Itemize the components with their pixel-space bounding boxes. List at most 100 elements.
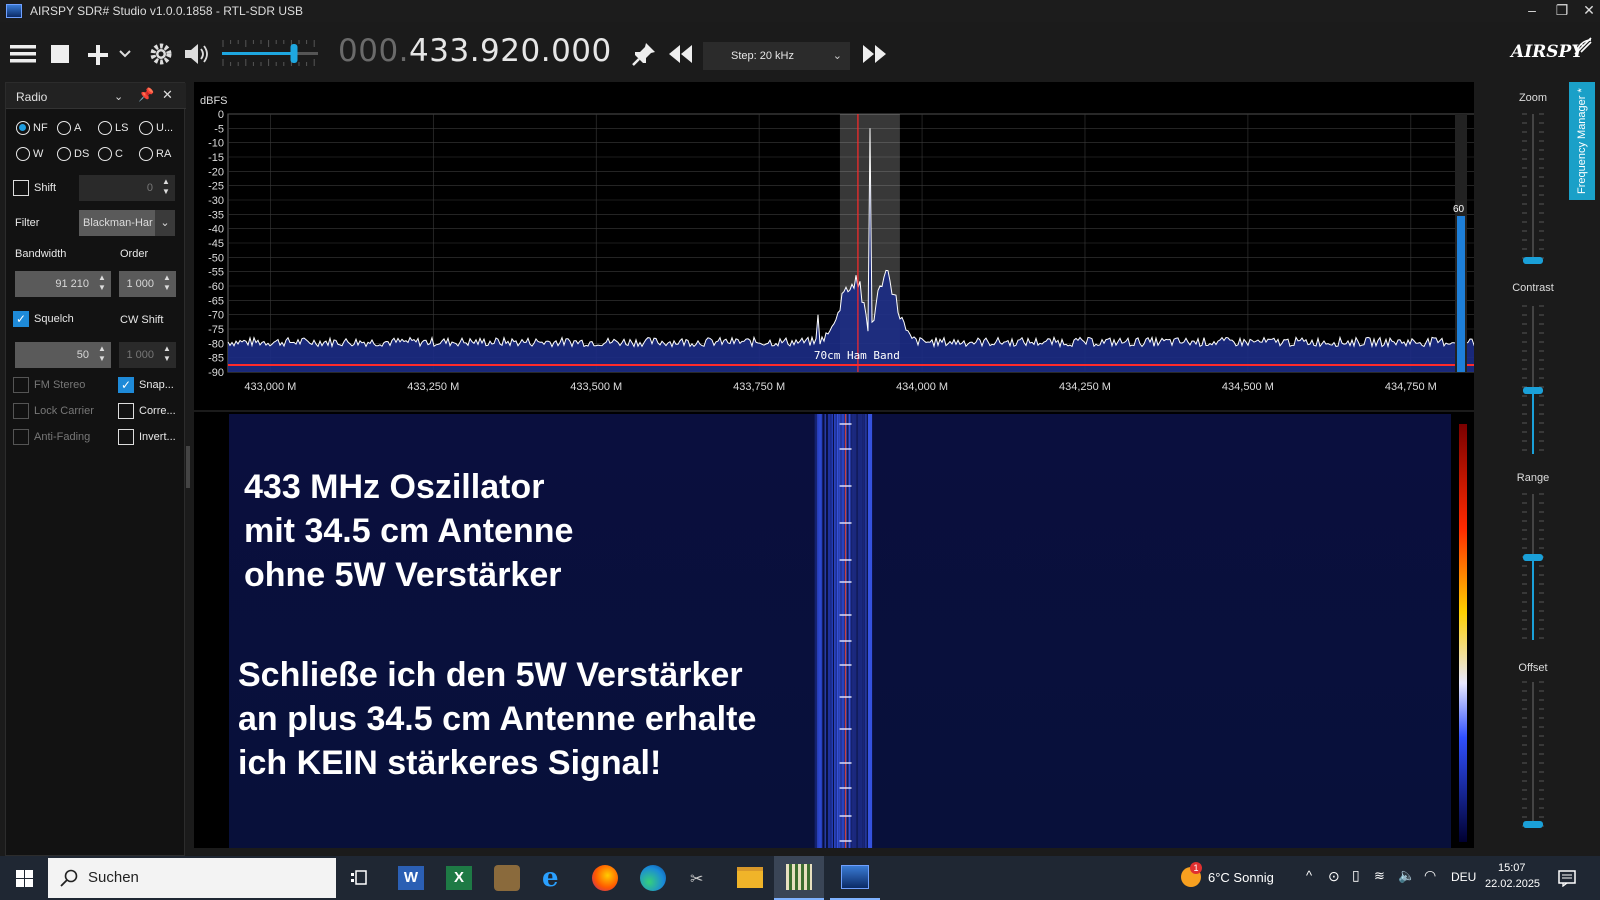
x-tick-label: 433,250 M: [407, 381, 459, 393]
pin-icon[interactable]: 📌: [138, 87, 154, 103]
snap-checkbox[interactable]: ✓ Snap...: [118, 377, 174, 393]
slider-thumb: [1523, 821, 1543, 828]
spinner-icon[interactable]: ▲ ▼: [159, 177, 173, 197]
word-icon[interactable]: W: [398, 866, 424, 890]
y-tick-label: -5: [214, 123, 224, 135]
mode-radio-lsb[interactable]: LS: [98, 121, 128, 135]
panel-splitter[interactable]: [186, 446, 190, 488]
radio-dot: [139, 121, 153, 135]
firefox-icon[interactable]: [592, 865, 618, 891]
spinner-icon[interactable]: ▲ ▼: [160, 273, 174, 293]
excel-icon[interactable]: X: [446, 866, 472, 890]
mode-radio-raw[interactable]: RA: [139, 147, 171, 161]
menu-icon[interactable]: [10, 43, 36, 65]
speaker-icon[interactable]: [184, 43, 210, 65]
snipping-tool-icon[interactable]: ✂: [690, 869, 714, 888]
minimize-icon[interactable]: –: [1518, 0, 1546, 22]
file-explorer-icon[interactable]: [737, 867, 763, 888]
search-placeholder: Suchen: [88, 869, 139, 886]
usb-device-icon[interactable]: ▯: [1352, 867, 1360, 884]
overlay-line: ich KEIN stärkeres Signal!: [238, 744, 662, 782]
frequency-manager-tab[interactable]: Frequency Manager *: [1569, 82, 1595, 200]
mode-radio-cw[interactable]: C: [98, 147, 123, 161]
shift-input[interactable]: 0 ▲ ▼: [79, 175, 175, 201]
volume-tray-icon[interactable]: 🔈: [1398, 867, 1415, 884]
bandwidth-input[interactable]: 91 210 ▲ ▼: [15, 271, 111, 297]
taskbar-app-active[interactable]: [774, 856, 824, 900]
spinner-icon[interactable]: ▲ ▼: [95, 273, 109, 293]
mode-radio-wfm[interactable]: W: [16, 147, 43, 161]
restore-icon[interactable]: ❐: [1548, 0, 1576, 22]
chevron-down-icon[interactable]: ⌄: [114, 90, 123, 103]
task-view-icon[interactable]: [350, 869, 368, 887]
x-tick-label: 434,750 M: [1385, 381, 1437, 393]
stop-icon[interactable]: [51, 45, 69, 63]
step-select[interactable]: Step: 20 kHz ⌄: [703, 42, 850, 70]
anti-fading-checkbox[interactable]: Anti-Fading: [13, 429, 90, 445]
clock-date[interactable]: 22.02.2025: [1485, 878, 1540, 890]
cw-shift-input[interactable]: 1 000 ▲ ▼: [119, 342, 176, 368]
filter-select[interactable]: Blackman-Har ⌄: [79, 210, 175, 236]
internet-explorer-icon[interactable]: e: [542, 864, 570, 892]
settings-icon[interactable]: [149, 42, 173, 66]
close-icon[interactable]: ✕: [1575, 0, 1600, 22]
close-icon[interactable]: ✕: [162, 87, 173, 103]
lock-carrier-label: Lock Carrier: [34, 405, 94, 417]
add-icon[interactable]: [88, 45, 108, 65]
network-icon[interactable]: ◠: [1424, 867, 1436, 884]
squelch-checkbox[interactable]: ✓ Squelch: [13, 311, 74, 327]
fm-stereo-checkbox[interactable]: FM Stereo: [13, 377, 85, 393]
x-tick-label: 433,500 M: [570, 381, 622, 393]
contrast-label: Contrast: [1512, 282, 1554, 294]
frequency-value: 433.920.000: [409, 33, 612, 69]
spinner-icon[interactable]: ▲ ▼: [160, 344, 174, 364]
notifications-icon[interactable]: [1558, 869, 1576, 887]
x-tick-label: 434,500 M: [1222, 381, 1274, 393]
rewind-icon[interactable]: [668, 44, 694, 64]
mode-radio-am[interactable]: A: [57, 121, 81, 135]
filter-value: Blackman-Har: [83, 217, 153, 229]
image-app-icon: [786, 864, 812, 890]
pin-icon[interactable]: [632, 42, 656, 66]
chevron-up-icon[interactable]: ^: [1306, 868, 1312, 883]
mode-radio-nf[interactable]: NF: [16, 121, 48, 135]
y-tick-label: -65: [208, 295, 224, 307]
window-title: AIRSPY SDR# Studio v1.0.0.1858 - RTL-SDR…: [30, 4, 304, 18]
taskbar-app-sdrsharp[interactable]: [830, 856, 880, 900]
mode-radio-usb[interactable]: U...: [139, 121, 173, 135]
paint-app-icon[interactable]: [494, 865, 520, 891]
anti-fading-label: Anti-Fading: [34, 431, 91, 443]
input-method-icon[interactable]: ≋: [1374, 868, 1385, 884]
volume-slider[interactable]: [220, 36, 320, 70]
chevron-down-icon[interactable]: [119, 49, 131, 59]
x-tick-label: 433,000 M: [244, 381, 296, 393]
taskbar-search-box[interactable]: Suchen: [48, 858, 336, 898]
fast-forward-icon[interactable]: [862, 44, 888, 64]
squelch-input[interactable]: 50 ▲ ▼: [15, 342, 111, 368]
windows-start-icon[interactable]: [16, 870, 33, 887]
squelch-value: 50: [76, 349, 89, 361]
lock-carrier-checkbox[interactable]: Lock Carrier: [13, 403, 94, 419]
range-label: Range: [1516, 472, 1550, 484]
meet-now-icon[interactable]: ⊙: [1328, 868, 1340, 885]
shift-checkbox[interactable]: Shift: [13, 180, 56, 196]
order-input[interactable]: 1 000 ▲ ▼: [119, 271, 176, 297]
clock-time[interactable]: 15:07: [1498, 862, 1526, 874]
spectrum-analyzer[interactable]: dBFS 0 -5 -10 -15 -20 -25 -30 -35 -40 -45 -50 -55 -6…: [194, 82, 1477, 410]
weather-text[interactable]: 6°C Sonnig: [1208, 870, 1274, 885]
mode-label: DS: [74, 148, 90, 160]
taskbar: Suchen W X e ✂ 1 6°C Sonnig ^ ⊙ ▯ ≋ 🔈 ◠ …: [0, 856, 1600, 900]
correct-iq-checkbox[interactable]: Corre...: [118, 403, 176, 419]
radio-panel-header: Radio ⌄ 📌 ✕: [6, 83, 186, 109]
frequency-display[interactable]: 000.433.920.000: [338, 33, 612, 69]
invert-checkbox[interactable]: Invert...: [118, 429, 176, 445]
language-indicator[interactable]: DEU: [1451, 870, 1476, 884]
display-controls-panel: Zoom Contrast Range Offset: [1506, 84, 1560, 848]
checkbox-box: [118, 403, 134, 419]
dbfs-unit-label: dBFS: [200, 95, 228, 107]
y-tick-label: 0: [218, 109, 224, 121]
spectrum-plot[interactable]: dBFS 0 -5 -10 -15 -20 -25 -30 -35 -40 -45 -50 -55 -6…: [194, 82, 1477, 410]
edge-icon[interactable]: [640, 865, 666, 891]
mode-radio-dsb[interactable]: DS: [57, 147, 89, 161]
spinner-icon[interactable]: ▲ ▼: [95, 344, 109, 364]
